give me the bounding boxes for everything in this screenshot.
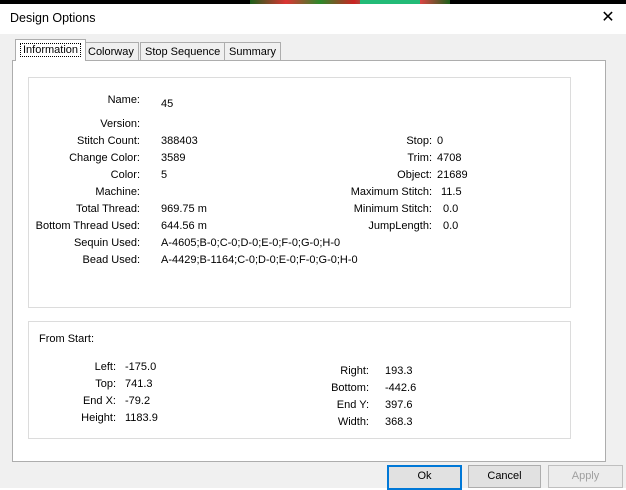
- stitch-count-value: 388403: [161, 135, 198, 147]
- width-label: Width:: [337, 416, 369, 428]
- color-label: Color:: [110, 169, 140, 181]
- stitch-count-label: Stitch Count:: [77, 135, 140, 147]
- tab-stop-sequence[interactable]: Stop Sequence: [140, 42, 226, 61]
- sequin-value: A-4605;B-0;C-0;D-0;E-0;F-0;G-0;H-0: [161, 237, 341, 249]
- max-stitch-value: 11.5: [441, 186, 462, 198]
- end-x-label: End X:: [82, 395, 116, 407]
- min-stitch-value: 0.0: [443, 203, 459, 215]
- name-value: 45: [161, 98, 174, 110]
- change-color-label: Change Color:: [69, 152, 140, 164]
- trim-value: 4708: [437, 152, 462, 164]
- change-color-value: 3589: [161, 152, 186, 164]
- bottom-label: Bottom:: [331, 382, 369, 394]
- information-panel: Name: 45 Version: Stitch Count: 388403 C…: [12, 60, 606, 462]
- jump-length-label: JumpLength:: [368, 220, 432, 232]
- cancel-button[interactable]: Cancel: [468, 465, 541, 488]
- end-y-label: End Y:: [336, 399, 369, 411]
- apply-button[interactable]: Apply: [548, 465, 623, 488]
- info-group: Name: 45 Version: Stitch Count: 388403 C…: [28, 77, 571, 308]
- bottom-value: -442.6: [385, 382, 417, 394]
- height-value: 1183.9: [125, 412, 158, 424]
- end-x-value: -79.2: [125, 395, 151, 407]
- right-value: 193.3: [385, 365, 413, 377]
- object-label: Object:: [397, 169, 432, 181]
- jump-length-value: 0.0: [443, 220, 459, 232]
- window-title: Design Options: [10, 11, 96, 25]
- tab-information-label: Information: [20, 43, 82, 57]
- color-value: 5: [161, 169, 168, 181]
- height-label: Height:: [81, 412, 116, 424]
- bead-value: A-4429;B-1164;C-0;D-0;E-0;F-0;G-0;H-0: [161, 254, 358, 266]
- min-stitch-label: Minimum Stitch:: [353, 203, 432, 215]
- close-icon[interactable]: ✕: [596, 7, 620, 29]
- right-label: Right:: [340, 365, 369, 377]
- bottom-thread-value: 644.56 m: [161, 220, 207, 232]
- width-value: 368.3: [385, 416, 413, 428]
- left-label: Left:: [94, 361, 116, 373]
- tab-summary[interactable]: Summary: [224, 42, 282, 61]
- title-bar: Design Options ✕: [0, 4, 626, 34]
- top-value: 741.3: [125, 378, 153, 390]
- end-y-value: 397.6: [385, 399, 413, 411]
- top-label: Top:: [95, 378, 116, 390]
- from-start-group: From Start: Left: -175.0 Top: 741.3 End …: [28, 321, 571, 439]
- trim-label: Trim:: [407, 152, 432, 164]
- design-options-dialog: Design Options ✕ Information Colorway St…: [0, 4, 626, 490]
- stop-value: 0: [437, 135, 444, 147]
- machine-label: Machine:: [95, 186, 140, 198]
- total-thread-value: 969.75 m: [161, 203, 207, 215]
- total-thread-label: Total Thread:: [75, 203, 140, 215]
- ok-button[interactable]: Ok: [387, 465, 462, 490]
- max-stitch-label: Maximum Stitch:: [350, 186, 432, 198]
- name-label: Name:: [107, 94, 140, 106]
- stop-label: Stop:: [406, 135, 432, 147]
- left-value: -175.0: [125, 361, 157, 373]
- sequin-label: Sequin Used:: [73, 237, 140, 249]
- tab-information[interactable]: Information: [15, 39, 87, 61]
- object-value: 21689: [437, 169, 468, 181]
- bottom-thread-label: Bottom Thread Used:: [35, 220, 140, 232]
- bead-label: Bead Used:: [82, 254, 140, 266]
- from-start-heading: From Start:: [39, 333, 95, 345]
- tab-colorway[interactable]: Colorway: [83, 42, 139, 61]
- version-label: Version:: [100, 118, 140, 130]
